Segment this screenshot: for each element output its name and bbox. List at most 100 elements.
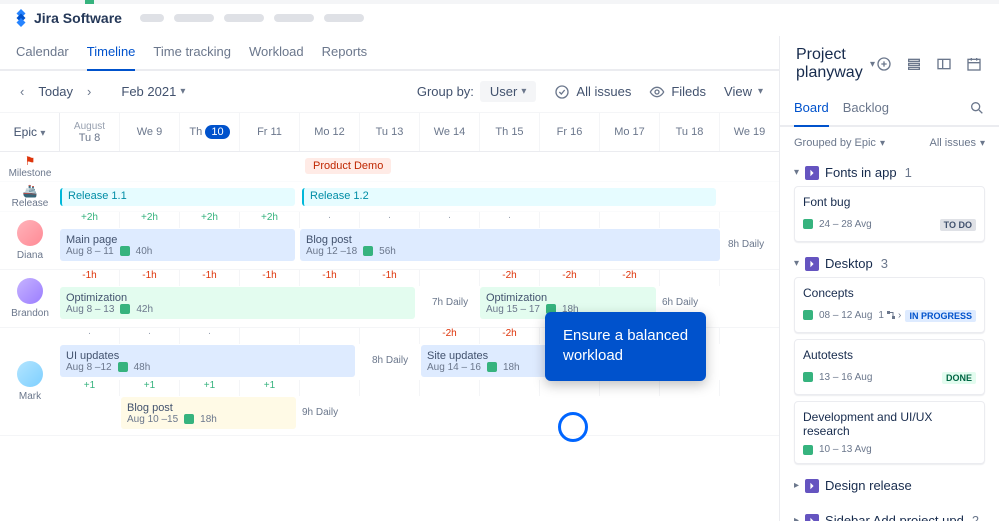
epic-group-header[interactable]: ▸Sidebar Add project upd 2 bbox=[794, 507, 985, 521]
milestone-row-label: ⚑ Milestone bbox=[0, 154, 60, 179]
task-bar[interactable]: Main pageAug 8 – 1140h bbox=[60, 229, 295, 261]
hour-cell: -1h bbox=[60, 270, 120, 286]
story-icon bbox=[803, 445, 813, 455]
hour-cell: -1h bbox=[120, 270, 180, 286]
right-tab-board[interactable]: Board bbox=[794, 94, 829, 125]
right-tab-backlog[interactable]: Backlog bbox=[843, 94, 889, 125]
hour-cell bbox=[360, 380, 420, 396]
hour-cell: -2h bbox=[540, 270, 600, 286]
panel-icon[interactable] bbox=[935, 55, 953, 73]
epic-group-header[interactable]: ▾Desktop 3 bbox=[794, 250, 985, 277]
highlight-ring bbox=[558, 412, 588, 442]
hour-cell bbox=[600, 380, 660, 396]
chevron-icon: ▸ bbox=[794, 480, 799, 491]
daily-label: 8h Daily bbox=[372, 355, 408, 366]
story-icon bbox=[803, 219, 813, 229]
avatar bbox=[17, 220, 43, 246]
group-by-control[interactable]: Group by: User ▾ bbox=[417, 81, 537, 102]
task-bar[interactable]: Blog postAug 10 –1518h bbox=[121, 397, 296, 429]
search-icon[interactable] bbox=[969, 100, 985, 119]
hour-cell: · bbox=[180, 328, 240, 344]
hour-cell bbox=[300, 328, 360, 344]
hour-cell bbox=[600, 212, 660, 228]
milestone-marker[interactable]: Product Demo bbox=[305, 158, 391, 174]
hour-cell: · bbox=[420, 212, 480, 228]
hour-cell bbox=[720, 270, 779, 286]
hour-cell: +1 bbox=[60, 380, 120, 396]
hour-cell bbox=[720, 212, 779, 228]
story-icon bbox=[118, 362, 128, 372]
day-column: We 9 bbox=[120, 113, 180, 151]
story-icon bbox=[363, 246, 373, 256]
issue-card[interactable]: Concepts08 – 12 Aug1›IN PROGRESS bbox=[794, 277, 985, 333]
chevron-down-icon: ▾ bbox=[40, 128, 45, 139]
tab-calendar[interactable]: Calendar bbox=[16, 36, 69, 69]
hour-cell: · bbox=[360, 212, 420, 228]
view-button[interactable]: View ▾ bbox=[724, 84, 763, 99]
hour-cell bbox=[360, 328, 420, 344]
hour-cell bbox=[540, 212, 600, 228]
release-bar[interactable]: Release 1.1 bbox=[60, 188, 295, 206]
chevron-down-icon: ▾ bbox=[980, 138, 985, 149]
group-by-value[interactable]: User ▾ bbox=[480, 81, 536, 102]
tab-reports[interactable]: Reports bbox=[322, 36, 368, 69]
release-bar[interactable]: Release 1.2 bbox=[302, 188, 716, 206]
hour-cell bbox=[480, 380, 540, 396]
hour-cell: · bbox=[480, 212, 540, 228]
hour-cell: · bbox=[300, 212, 360, 228]
hour-cell bbox=[720, 380, 779, 396]
list-icon[interactable] bbox=[905, 55, 923, 73]
story-icon bbox=[184, 414, 194, 424]
hour-cell: -1h bbox=[240, 270, 300, 286]
daily-label: 8h Daily bbox=[728, 239, 764, 250]
tab-workload[interactable]: Workload bbox=[249, 36, 304, 69]
hour-cell: +1 bbox=[240, 380, 300, 396]
task-bar[interactable]: Blog postAug 12 –1856h bbox=[300, 229, 720, 261]
daily-label: 9h Daily bbox=[302, 407, 338, 418]
user-name: Diana bbox=[17, 250, 43, 261]
day-column: Th 15 bbox=[480, 113, 540, 151]
story-icon bbox=[120, 304, 130, 314]
day-column: We 19 bbox=[720, 113, 779, 151]
day-column: We 14 bbox=[420, 113, 480, 151]
day-column: Tu 13 bbox=[360, 113, 420, 151]
grouped-by-control[interactable]: Grouped by Epic ▾ bbox=[794, 137, 885, 149]
day-column: Fr 11 bbox=[240, 113, 300, 151]
fields-button[interactable]: Fileds bbox=[649, 84, 706, 100]
epic-group-header[interactable]: ▾Fonts in app 1 bbox=[794, 159, 985, 186]
issue-card[interactable]: Font bug24 – 28 AvgTO DO bbox=[794, 186, 985, 242]
story-icon bbox=[803, 372, 813, 382]
chevron-icon: ▸ bbox=[794, 515, 799, 521]
epic-icon bbox=[805, 257, 819, 271]
epic-icon bbox=[805, 514, 819, 521]
epic-icon bbox=[805, 166, 819, 180]
story-icon bbox=[487, 362, 497, 372]
status-badge: IN PROGRESS bbox=[905, 310, 976, 322]
project-title[interactable]: Project planyway bbox=[796, 46, 864, 82]
issue-card[interactable]: Development and UI/UX research10 – 13 Av… bbox=[794, 401, 985, 464]
calendar-icon[interactable] bbox=[965, 55, 983, 73]
all-issues-filter[interactable]: All issues bbox=[554, 84, 631, 100]
issue-card[interactable]: Autotests13 – 16 AugDONE bbox=[794, 339, 985, 395]
epic-group-header[interactable]: ▸Design release bbox=[794, 472, 985, 499]
tab-timeline[interactable]: Timeline bbox=[87, 36, 136, 69]
today-button[interactable]: Today bbox=[38, 84, 73, 99]
chevron-down-icon: ▾ bbox=[521, 86, 526, 97]
task-bar[interactable]: OptimizationAug 8 – 1342h bbox=[60, 287, 415, 319]
tooltip-callout: Ensure a balanced workload bbox=[545, 312, 706, 381]
month-picker[interactable]: Feb 2021 ▾ bbox=[121, 84, 185, 99]
release-row-label: 🚢 Release bbox=[0, 184, 60, 209]
epic-dropdown[interactable]: Epic ▾ bbox=[14, 125, 46, 139]
daily-label: 6h Daily bbox=[662, 297, 698, 308]
hour-cell bbox=[660, 380, 720, 396]
hour-cell bbox=[660, 212, 720, 228]
tab-time-tracking[interactable]: Time tracking bbox=[153, 36, 231, 69]
prev-period-button[interactable]: ‹ bbox=[16, 84, 28, 99]
right-all-issues[interactable]: All issues ▾ bbox=[930, 137, 986, 149]
next-period-button[interactable]: › bbox=[83, 84, 95, 99]
task-bar[interactable]: UI updatesAug 8 –1248h bbox=[60, 345, 355, 377]
chevron-down-icon: ▾ bbox=[880, 138, 885, 149]
status-badge: DONE bbox=[942, 372, 976, 384]
add-button[interactable] bbox=[875, 55, 893, 73]
epic-icon bbox=[805, 479, 819, 493]
